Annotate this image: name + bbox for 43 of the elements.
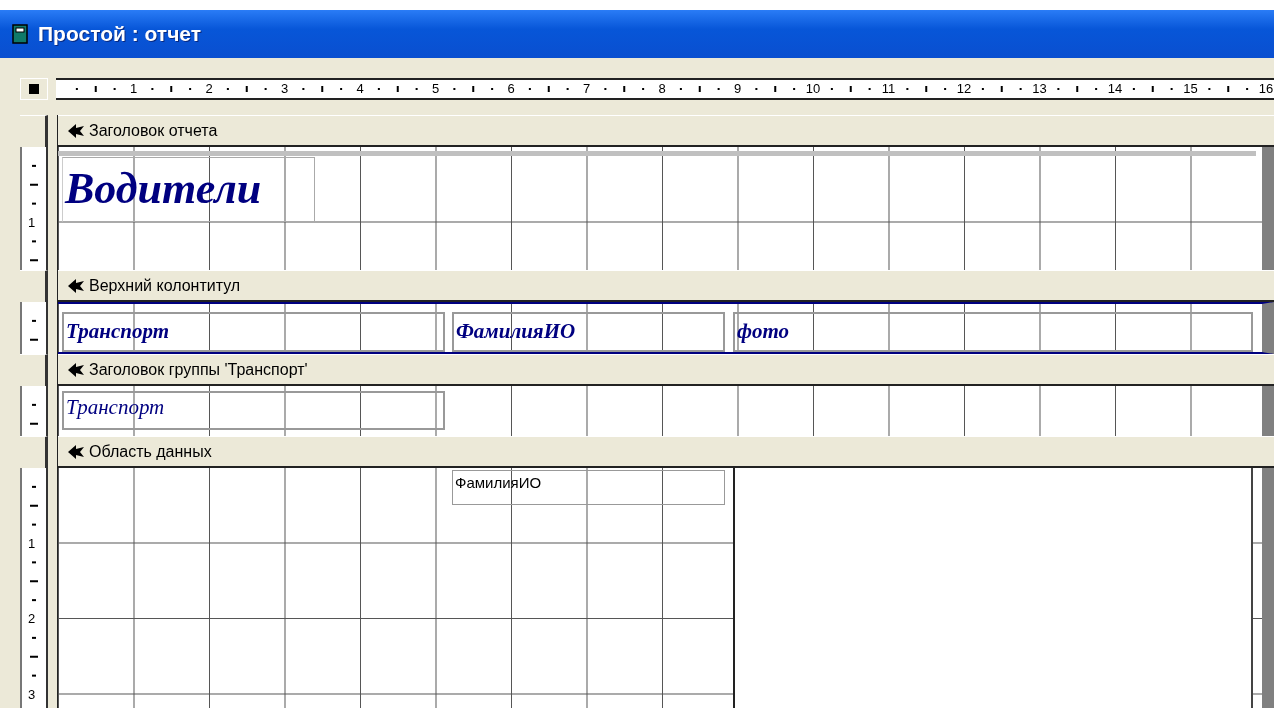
section-selector[interactable]	[20, 436, 48, 468]
pointer-icon	[68, 278, 84, 293]
section-band[interactable]: Заголовок отчета	[58, 115, 1274, 147]
ruler-number: 13	[1032, 81, 1047, 97]
select-report-button[interactable]	[20, 78, 48, 100]
ruler-number: 1	[28, 215, 36, 230]
section-title: Заголовок отчета	[89, 121, 218, 140]
ruler-number: 14	[1107, 81, 1123, 97]
section-selector[interactable]	[20, 115, 48, 147]
pointer-icon	[68, 123, 84, 138]
ruler-number: 15	[1183, 81, 1198, 97]
ruler-number: 5	[431, 81, 440, 97]
section-band[interactable]: Верхний колонтитул	[58, 270, 1274, 302]
ruler-number: 1	[129, 81, 138, 97]
window-title: Простой : отчет	[38, 22, 202, 46]
ruler-number: 11	[881, 81, 896, 97]
column-label[interactable]: Транспорт	[62, 312, 445, 352]
ruler-number: 7	[582, 81, 591, 97]
report-icon	[12, 24, 28, 44]
section-selector[interactable]	[20, 354, 48, 386]
section-band[interactable]: Область данных	[58, 436, 1274, 468]
section-title: Область данных	[89, 442, 212, 461]
ruler-number: 10	[805, 81, 821, 97]
ruler-number: 16	[1258, 81, 1274, 97]
ruler-number: 3	[280, 81, 289, 97]
ruler-number: 4	[356, 81, 364, 97]
ruler-number: 1	[28, 536, 36, 551]
ruler-number: 9	[733, 81, 742, 97]
ruler-number: 6	[507, 81, 515, 97]
ruler-number: 12	[956, 81, 972, 97]
ruler-number: 3	[28, 687, 36, 702]
section-title: Верхний колонтитул	[89, 276, 241, 295]
ruler-number: 2	[205, 81, 213, 97]
column-label[interactable]: фото	[733, 312, 1253, 352]
pointer-icon	[68, 362, 84, 377]
section-selector[interactable]	[20, 270, 48, 302]
pointer-icon	[68, 444, 84, 459]
group-text-field[interactable]: Транспорт	[62, 391, 445, 430]
square-icon	[29, 84, 39, 94]
ruler-number: 8	[658, 81, 666, 97]
ruler-number: 2	[28, 612, 36, 626]
section-title: Заголовок группы 'Транспорт'	[89, 360, 308, 379]
section-band[interactable]: Заголовок группы 'Транспорт'	[58, 354, 1274, 386]
